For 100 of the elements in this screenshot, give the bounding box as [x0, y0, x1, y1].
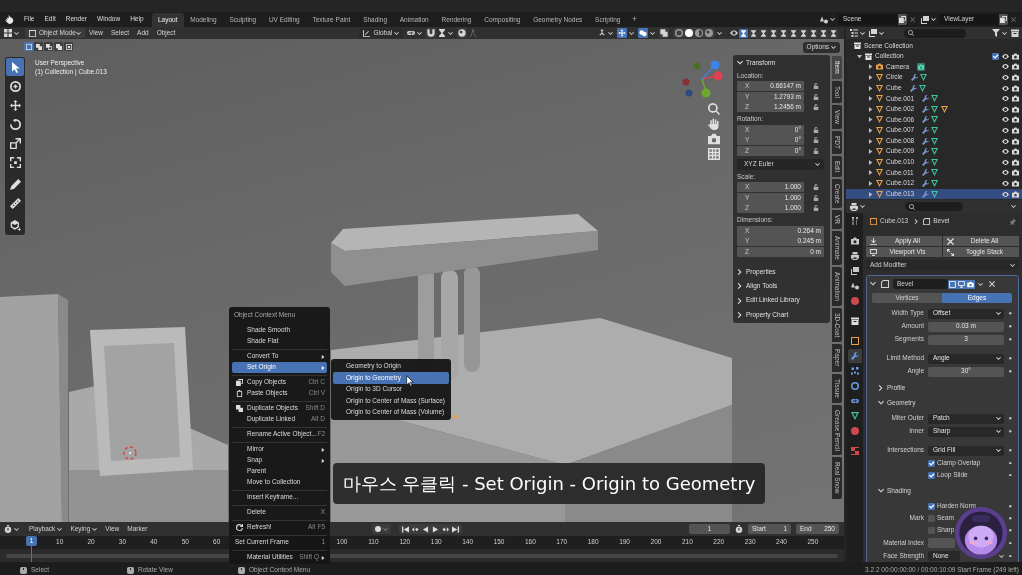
padlock-open-icon[interactable] [813, 137, 819, 144]
caret-icon[interactable] [650, 31, 655, 35]
eye-icon[interactable] [1002, 84, 1009, 92]
wrench-icon[interactable] [922, 137, 930, 145]
wrench-icon[interactable] [922, 127, 930, 135]
jump-start-icon[interactable] [402, 525, 409, 533]
checkbox[interactable] [928, 515, 935, 522]
hourglass-icon[interactable] [789, 28, 798, 38]
overlay-circles-icon[interactable] [638, 28, 648, 38]
hourglass-icon[interactable] [809, 28, 818, 38]
caret-icon[interactable] [14, 31, 19, 35]
search-field[interactable] [904, 28, 966, 38]
caret-icon[interactable] [1002, 31, 1007, 35]
camera-icon[interactable] [917, 63, 926, 71]
padlock-open-icon[interactable] [813, 104, 819, 111]
play-reverse-icon[interactable] [422, 525, 429, 533]
copy-icon[interactable] [999, 14, 1008, 25]
eye-icon[interactable] [1002, 190, 1009, 198]
triangle-icon[interactable] [941, 105, 949, 113]
hourglass-icon[interactable] [739, 28, 748, 38]
material-shading-icon[interactable] [695, 29, 703, 37]
caret-icon[interactable] [448, 31, 454, 35]
triangle-right-icon[interactable] [868, 75, 873, 81]
eye-icon[interactable] [1002, 180, 1009, 187]
hourglass-icon[interactable] [829, 28, 838, 38]
wireframe-shading-icon[interactable] [675, 29, 683, 37]
padlock-open-icon[interactable] [813, 184, 819, 191]
padlock-open-icon[interactable] [813, 93, 819, 100]
caret-icon[interactable] [978, 282, 983, 286]
checkbox[interactable] [928, 459, 935, 467]
padlock-open-icon[interactable] [813, 147, 819, 154]
tool-button[interactable] [6, 58, 24, 76]
previous-key-icon[interactable] [412, 525, 419, 533]
triangle-icon[interactable] [931, 137, 939, 145]
printer-icon[interactable] [850, 202, 858, 211]
number-field[interactable] [928, 538, 955, 548]
camera-icon[interactable] [1012, 190, 1019, 198]
triangle-icon[interactable] [918, 84, 926, 92]
wrench-icon[interactable] [922, 190, 930, 198]
camera-icon[interactable] [1012, 95, 1019, 103]
search-field[interactable] [905, 202, 963, 211]
hourglass-icon[interactable] [799, 28, 808, 38]
wrench-icon[interactable] [922, 158, 930, 166]
padlock-open-icon[interactable] [813, 205, 819, 212]
wrench-icon[interactable] [922, 180, 930, 187]
selection-mode-button[interactable] [34, 42, 43, 51]
triangle-right-icon[interactable] [868, 138, 873, 144]
3d-viewport[interactable] [0, 39, 844, 522]
caret-icon[interactable] [879, 31, 884, 35]
wrench-icon[interactable] [922, 105, 930, 113]
checkbox[interactable] [928, 527, 935, 534]
triangle-right-icon[interactable] [868, 128, 873, 134]
camera-icon[interactable] [1012, 169, 1019, 177]
camera-icon[interactable] [1012, 52, 1019, 60]
eye-icon[interactable] [1002, 95, 1009, 103]
caret-icon[interactable] [417, 31, 423, 35]
camera-icon[interactable] [1012, 84, 1019, 92]
caret-icon[interactable] [860, 31, 865, 35]
camera-icon[interactable] [1012, 74, 1019, 82]
hourglass-icon[interactable] [779, 28, 788, 38]
camera-icon[interactable] [1012, 116, 1019, 124]
eye-icon[interactable] [1002, 169, 1009, 177]
triangle-icon[interactable] [931, 158, 939, 166]
next-key-icon[interactable] [442, 525, 449, 533]
eye-icon[interactable] [1002, 63, 1009, 71]
padlock-open-icon[interactable] [813, 83, 819, 90]
triangle-icon[interactable] [931, 95, 939, 103]
triangle-icon[interactable] [931, 190, 939, 198]
caret-icon[interactable] [717, 31, 722, 35]
triangle-right-icon[interactable] [868, 159, 873, 165]
eye-icon[interactable] [1002, 148, 1009, 156]
cross-arrows-icon[interactable] [617, 28, 627, 38]
checkbox[interactable] [992, 52, 999, 60]
copy-icon[interactable] [898, 14, 907, 25]
hourglass-icon[interactable] [749, 28, 758, 38]
axis-arrows-icon[interactable] [598, 29, 606, 37]
hourglass-icon[interactable] [759, 28, 768, 38]
triangle-icon[interactable] [931, 116, 939, 124]
solid-shading-icon[interactable] [685, 29, 693, 37]
stopwatch-icon[interactable] [735, 525, 743, 533]
camera-icon[interactable] [1012, 105, 1019, 113]
stopwatch-icon[interactable] [4, 525, 12, 533]
hourglass-icon[interactable] [769, 28, 778, 38]
camera-icon[interactable] [1012, 63, 1019, 71]
triangle-right-icon[interactable] [868, 85, 873, 91]
close-icon[interactable] [989, 281, 995, 287]
wrench-icon[interactable] [910, 74, 918, 82]
jump-end-icon[interactable] [452, 525, 459, 533]
triangle-right-icon[interactable] [868, 64, 873, 70]
square-icon[interactable] [948, 279, 957, 289]
checkbox[interactable] [928, 471, 935, 479]
image-stack-icon[interactable] [921, 15, 929, 24]
eye-icon[interactable] [730, 29, 738, 37]
selection-mode-button[interactable] [24, 42, 33, 51]
padlock-open-icon[interactable] [813, 126, 819, 133]
wrench-icon[interactable] [922, 148, 930, 156]
caret-icon[interactable] [629, 31, 634, 35]
eye-icon[interactable] [1002, 52, 1009, 60]
eye-icon[interactable] [1002, 116, 1009, 124]
target-icon[interactable] [457, 28, 468, 38]
